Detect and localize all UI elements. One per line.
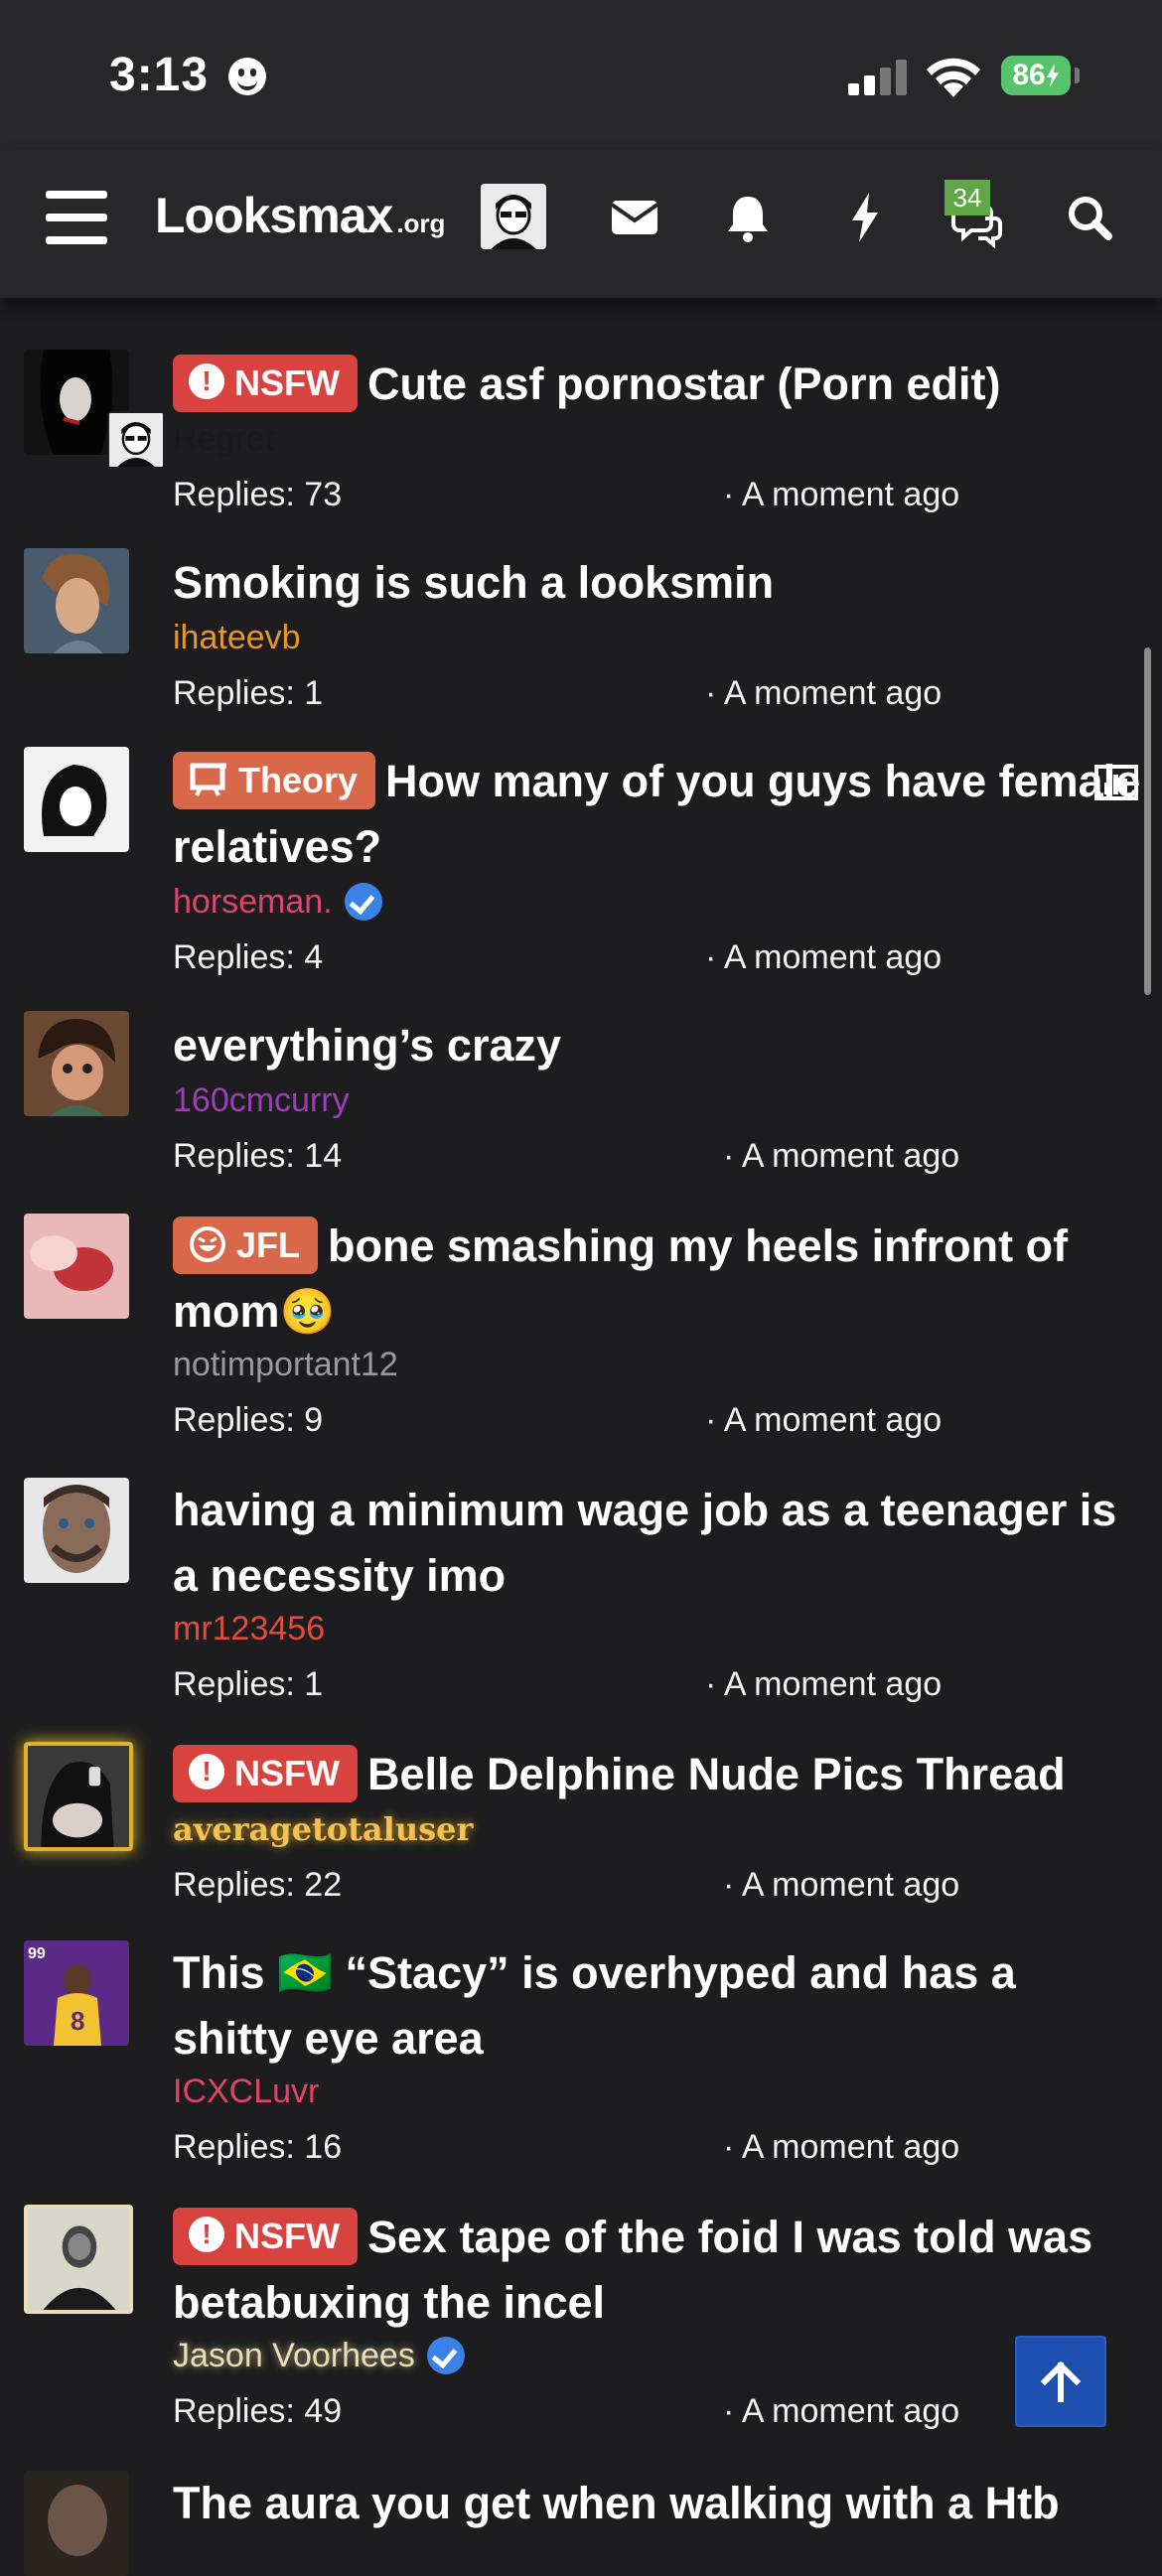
scroll-to-top-button[interactable] [1015, 2336, 1106, 2427]
thread-avatar[interactable] [24, 747, 129, 852]
thread-title[interactable]: Theory How many of you guys have female r… [173, 749, 1146, 880]
cellular-signal-icon [848, 60, 910, 95]
poll-icon [1094, 765, 1138, 800]
thread-replies: Replies: 73 [173, 476, 343, 513]
thread-avatar[interactable] [24, 2471, 129, 2576]
thread-time: · A moment ago [723, 1866, 960, 1904]
prefix-badge[interactable]: JFL [173, 1216, 319, 1274]
search-icon[interactable] [1059, 187, 1120, 248]
thread-time: · A moment ago [723, 2392, 960, 2430]
thread-avatar[interactable]: 8 99 [24, 1940, 129, 2046]
bell-icon[interactable] [717, 187, 779, 248]
thread-time: · A moment ago [723, 476, 960, 513]
verified-icon [344, 883, 382, 921]
thread-replies: Replies: 14 [173, 1137, 343, 1175]
thread-replies: Replies: 1 [173, 674, 324, 712]
thread-time: · A moment ago [723, 1137, 960, 1175]
laughing-face-icon [190, 1226, 225, 1262]
thread-time: · A moment ago [723, 2128, 960, 2166]
thread-author[interactable]: ICXCLuvr [173, 2072, 319, 2111]
thread-author[interactable]: horseman. [173, 882, 382, 922]
envelope-icon[interactable] [604, 187, 665, 248]
wifi-icon [927, 58, 980, 97]
thread-title[interactable]: Smoking is such a looksmin [173, 550, 1146, 616]
menu-icon[interactable] [46, 191, 107, 244]
thread-author[interactable]: notimportant12 [173, 1345, 398, 1384]
thread-title[interactable]: The aura you get when walking with a Htb [173, 2471, 1146, 2536]
thread-avatar[interactable] [24, 1011, 129, 1116]
thread-time: · A moment ago [705, 674, 943, 712]
thread-avatar[interactable] [24, 1478, 129, 1583]
thread-title[interactable]: having a minimum wage job as a teenager … [173, 1478, 1146, 1609]
whiteboard-icon [190, 763, 226, 796]
thread-replies: Replies: 4 [173, 938, 324, 976]
thread-author[interactable]: mr123456 [173, 1609, 325, 1648]
battery-indicator: 86 [1001, 56, 1071, 95]
messages-badge: 34 [944, 180, 990, 215]
thread-author[interactable]: 160cmcurry [173, 1080, 350, 1120]
status-bar: 3:13 86 [0, 0, 1162, 149]
battery-tip [1075, 68, 1080, 83]
thread-replies: Replies: 9 [173, 1401, 324, 1439]
thread-title[interactable]: NSFWBelle Delphine Nude Pics Thread [173, 1742, 1146, 1807]
status-time: 3:13 [109, 49, 210, 101]
thread-last-poster-avatar[interactable] [107, 411, 165, 469]
thread-title[interactable]: NSFWSex tape of the foid I was told was … [173, 2205, 1146, 2336]
thread-time: · A moment ago [705, 938, 943, 976]
thread-time: · A moment ago [705, 1665, 943, 1703]
thread-replies: Replies: 22 [173, 1866, 343, 1904]
user-avatar[interactable] [481, 184, 546, 249]
logo-suffix: .org [396, 209, 446, 238]
thread-author[interactable]: averagetotaluser [173, 1809, 473, 1849]
thread-title[interactable]: This 🇧🇷 “Stacy” is overhyped and has a s… [173, 1940, 1146, 2072]
thread-author[interactable]: Regret [173, 419, 274, 459]
thread-time: · A moment ago [705, 1401, 943, 1439]
logo-text: Looksmax [155, 188, 393, 243]
alert-icon [189, 2217, 224, 2252]
thread-replies: Replies: 49 [173, 2392, 343, 2430]
thread-author[interactable]: ihateevb [173, 618, 301, 657]
prefix-badge[interactable]: NSFW [173, 355, 358, 412]
charging-icon [1046, 64, 1059, 87]
arrow-up-icon [1040, 2361, 1082, 2402]
thread-replies: Replies: 1 [173, 1665, 324, 1703]
alert-icon [189, 363, 224, 399]
thread-avatar[interactable] [24, 2205, 133, 2314]
thread-avatar[interactable] [24, 548, 129, 653]
lightning-icon[interactable] [834, 187, 896, 248]
thread-title[interactable]: JFL bone smashing my heels infront of mom… [173, 1214, 1146, 1345]
thread-author[interactable]: Jason Voorhees [173, 2336, 465, 2375]
battery-level: 86 [1012, 59, 1046, 91]
svg-text:99: 99 [28, 1945, 46, 1962]
svg-text:8: 8 [71, 2006, 84, 2036]
thread-avatar[interactable] [24, 1214, 129, 1319]
site-logo[interactable]: Looksmax .org [155, 187, 445, 244]
thread-title[interactable]: NSFWCute asf pornostar (Porn edit) [173, 352, 1146, 417]
thread-title[interactable]: everything’s crazy [173, 1013, 1146, 1078]
thread-avatar[interactable] [24, 1742, 133, 1851]
scrollbar[interactable] [1144, 647, 1151, 995]
site-header: Looksmax .org 34 [0, 149, 1162, 298]
prefix-badge[interactable]: Theory [173, 752, 376, 809]
alert-icon [189, 1754, 224, 1789]
smiley-icon [228, 58, 266, 95]
thread-replies: Replies: 16 [173, 2128, 343, 2166]
prefix-badge[interactable]: NSFW [173, 1745, 358, 1802]
prefix-badge[interactable]: NSFW [173, 2208, 358, 2265]
verified-icon [426, 2337, 465, 2374]
